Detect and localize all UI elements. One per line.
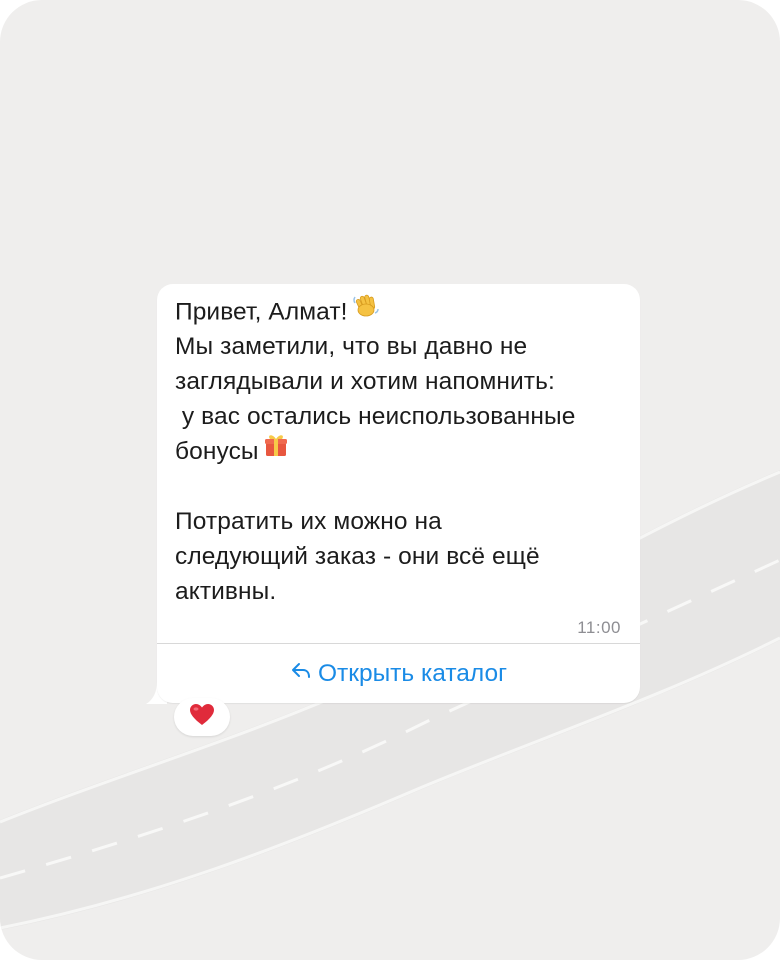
message-line-text: активны.	[175, 578, 277, 605]
message-line-text: заглядывали и хотим напомнить:	[175, 368, 555, 395]
message-line: у вас остались неиспользованные	[175, 399, 626, 434]
message-line-text: следующий заказ - они всё ещё	[175, 543, 540, 570]
message-line-text: Привет, Алмат!	[175, 298, 348, 326]
open-catalog-button[interactable]: Открыть каталог	[157, 644, 640, 703]
reply-arrow-icon	[290, 660, 312, 688]
message-line: заглядывали и хотим напомнить:	[175, 364, 626, 399]
red-heart-icon	[189, 703, 215, 732]
chat-background: Привет, Алмат! Мы заметили, что вы давно…	[0, 0, 780, 960]
message-bubble: Привет, Алмат! Мы заметили, что вы давно…	[157, 284, 640, 703]
message-line: бонусы	[175, 434, 626, 469]
waving-hand-icon	[352, 291, 380, 329]
reaction-badge[interactable]	[174, 698, 230, 736]
message-line: Привет, Алмат!	[175, 294, 626, 329]
open-catalog-label: Открыть каталог	[317, 659, 508, 687]
message-line: активны.	[175, 574, 626, 609]
message-line	[175, 469, 626, 504]
message-line-text: у вас остались неиспользованные	[175, 403, 576, 430]
message-line: Потратить их можно на	[175, 504, 626, 539]
message-line-text: Мы заметили, что вы давно не	[175, 333, 528, 360]
message-line-text: бонусы	[175, 438, 259, 465]
message-text: Привет, Алмат! Мы заметили, что вы давно…	[175, 294, 626, 609]
message-line-text: Потратить их можно на	[175, 508, 442, 535]
message-timestamp: 11:00	[577, 618, 621, 637]
message-line: Мы заметили, что вы давно не	[175, 329, 626, 364]
message-line: следующий заказ - они всё ещё	[175, 539, 626, 574]
gift-icon	[263, 432, 289, 468]
